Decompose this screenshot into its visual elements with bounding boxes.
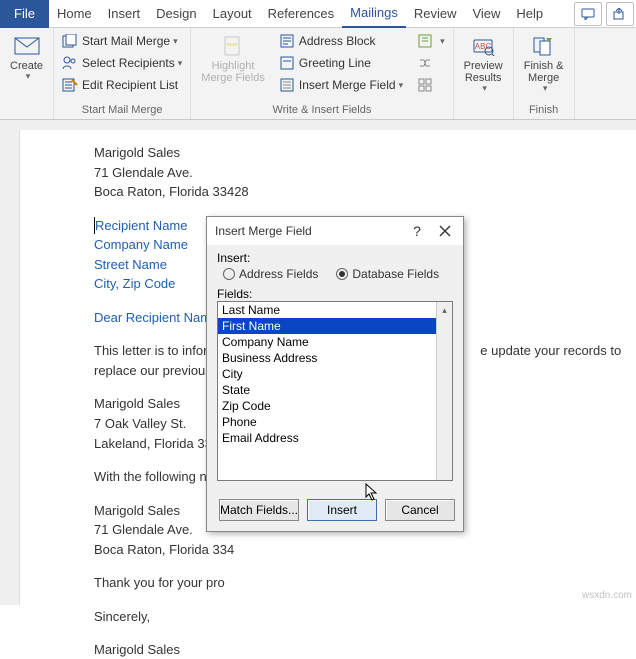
watermark: wsxdn.com: [582, 590, 632, 601]
highlight-icon: [219, 34, 247, 58]
update-labels-button[interactable]: [413, 74, 449, 96]
insert-merge-field-button[interactable]: Insert Merge Field▾: [275, 74, 407, 96]
start-mail-merge-button[interactable]: Start Mail Merge▾: [58, 30, 186, 52]
comments-icon[interactable]: [574, 2, 602, 26]
fields-label: Fields:: [217, 287, 453, 301]
cancel-button[interactable]: Cancel: [385, 499, 455, 521]
dialog-close-button[interactable]: [431, 221, 459, 241]
list-item[interactable]: Company Name: [218, 334, 452, 350]
finish-merge-label: Finish & Merge: [524, 60, 564, 84]
preview-results-button[interactable]: ABC Preview Results ▾: [458, 30, 509, 94]
fields-listbox[interactable]: Last Name First Name Company Name Busine…: [217, 301, 453, 481]
group-start-label: Start Mail Merge: [58, 102, 186, 119]
preview-icon: ABC: [469, 34, 497, 58]
edit-recipient-list-button[interactable]: Edit Recipient List: [58, 74, 186, 96]
page-gutter: [0, 130, 20, 605]
edit-list-icon: [62, 77, 78, 93]
radio-address-fields[interactable]: Address Fields: [223, 267, 318, 281]
radio-address-label: Address Fields: [239, 267, 318, 281]
tab-help[interactable]: Help: [508, 0, 551, 28]
group-write-insert: Highlight Merge Fields Address Block Gre…: [191, 28, 453, 119]
group-preview: ABC Preview Results ▾: [454, 28, 514, 119]
group-create: Create ▾: [0, 28, 54, 119]
svg-text:ABC: ABC: [475, 42, 492, 51]
insert-label: Insert:: [217, 251, 453, 265]
edit-recipient-list-label: Edit Recipient List: [82, 78, 178, 92]
match-icon: [417, 55, 433, 71]
list-item[interactable]: City: [218, 366, 452, 382]
share-icon[interactable]: [606, 2, 634, 26]
group-write-label: Write & Insert Fields: [195, 102, 448, 119]
tab-references[interactable]: References: [260, 0, 342, 28]
select-recipients-button[interactable]: Select Recipients▾: [58, 52, 186, 74]
tab-insert[interactable]: Insert: [100, 0, 149, 28]
dialog-help-button[interactable]: ?: [403, 221, 431, 241]
tab-home[interactable]: Home: [49, 0, 100, 28]
sender-addr2: Boca Raton, Florida 33428: [94, 183, 636, 201]
list-item[interactable]: Email Address: [218, 430, 452, 446]
list-item[interactable]: State: [218, 382, 452, 398]
update-icon: [417, 77, 433, 93]
create-envelopes-button[interactable]: Create ▾: [4, 30, 49, 82]
listbox-scrollbar[interactable]: ▴: [436, 302, 452, 480]
group-finish-label: Finish: [518, 102, 570, 119]
radio-database-label: Database Fields: [352, 267, 439, 281]
highlight-label: Highlight Merge Fields: [201, 60, 265, 84]
insert-button[interactable]: Insert: [307, 499, 377, 521]
ribbon: Create ▾ Start Mail Merge▾ Select Recipi…: [0, 28, 636, 120]
signature: Marigold Sales: [94, 641, 636, 659]
group-preview-label: [458, 102, 509, 119]
dialog-title: Insert Merge Field: [215, 224, 403, 238]
sender-name: Marigold Sales: [94, 144, 636, 162]
list-item[interactable]: Last Name: [218, 302, 452, 318]
mailmerge-icon: [62, 33, 78, 49]
tab-strip: File Home Insert Design Layout Reference…: [0, 0, 636, 28]
greeting-line-button[interactable]: Greeting Line: [275, 52, 407, 74]
match-fields-button[interactable]: [413, 52, 449, 74]
rules-icon: [417, 33, 433, 49]
scroll-up-icon[interactable]: ▴: [437, 302, 452, 318]
tab-layout[interactable]: Layout: [205, 0, 260, 28]
merge-field-icon: [279, 77, 295, 93]
list-item[interactable]: Business Address: [218, 350, 452, 366]
address-block-label: Address Block: [299, 34, 376, 48]
preview-results-label: Preview Results: [464, 60, 503, 84]
greeting-line-label: Greeting Line: [299, 56, 371, 70]
insert-merge-field-label: Insert Merge Field: [299, 78, 396, 92]
highlight-merge-fields-button: Highlight Merge Fields: [195, 30, 271, 84]
thanks-line: Thank you for your pro: [94, 574, 636, 592]
rules-button[interactable]: ▾: [413, 30, 449, 52]
close-icon: [439, 225, 451, 237]
tab-design[interactable]: Design: [148, 0, 204, 28]
match-fields-button[interactable]: Match Fields...: [219, 499, 299, 521]
dialog-titlebar[interactable]: Insert Merge Field ?: [207, 217, 463, 245]
chevron-down-icon: ▾: [26, 72, 31, 82]
address-block-button[interactable]: Address Block: [275, 30, 407, 52]
tab-view[interactable]: View: [464, 0, 508, 28]
finish-icon: [530, 34, 558, 58]
radio-database-fields[interactable]: Database Fields: [336, 267, 439, 281]
greeting-icon: [279, 55, 295, 71]
envelope-icon: [13, 34, 41, 58]
group-start-mail-merge: Start Mail Merge▾ Select Recipients▾ Edi…: [54, 28, 191, 119]
address-block-icon: [279, 33, 295, 49]
tab-review[interactable]: Review: [406, 0, 465, 28]
tab-file[interactable]: File: [0, 0, 49, 28]
recipients-icon: [62, 55, 78, 71]
list-item[interactable]: Zip Code: [218, 398, 452, 414]
group-finish: Finish & Merge ▾ Finish: [514, 28, 575, 119]
select-recipients-label: Select Recipients: [82, 56, 175, 70]
closing: Sincerely,: [94, 608, 636, 626]
list-item[interactable]: First Name: [218, 318, 452, 334]
chevron-down-icon: ▾: [543, 84, 548, 94]
new-addr2: Boca Raton, Florida 334: [94, 541, 636, 559]
finish-merge-button[interactable]: Finish & Merge ▾: [518, 30, 570, 94]
insert-merge-field-dialog: Insert Merge Field ? Insert: Address Fie…: [206, 216, 464, 532]
chevron-down-icon: ▾: [482, 84, 487, 94]
start-mail-merge-label: Start Mail Merge: [82, 34, 170, 48]
list-item[interactable]: Phone: [218, 414, 452, 430]
group-create-label: [4, 102, 49, 119]
tab-mailings[interactable]: Mailings: [342, 0, 406, 28]
sender-addr1: 71 Glendale Ave.: [94, 164, 636, 182]
